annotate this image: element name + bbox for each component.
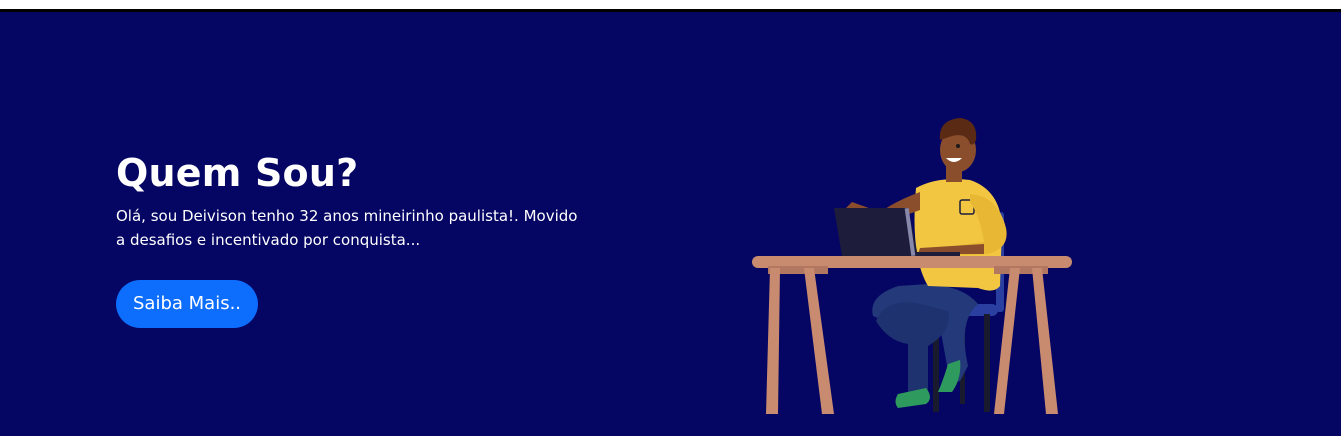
hero-title: Quem Sou? bbox=[116, 151, 359, 195]
person-at-desk-illustration bbox=[752, 118, 1072, 414]
hero-section: Quem Sou? Olá, sou Deivison tenho 32 ano… bbox=[0, 12, 1341, 436]
person-head-icon bbox=[939, 118, 977, 182]
saiba-mais-button[interactable]: Saiba Mais.. bbox=[116, 280, 259, 328]
hero-description: Olá, sou Deivison tenho 32 anos mineirin… bbox=[116, 207, 578, 249]
person-torso-icon bbox=[914, 179, 1007, 291]
hero-text-block: Quem Sou? Olá, sou Deivison tenho 32 ano… bbox=[116, 150, 586, 328]
page-top-strip bbox=[0, 0, 1341, 2]
